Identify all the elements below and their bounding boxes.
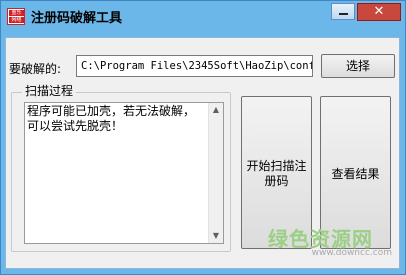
scan-log-text: 程序可能已加壳，若无法破解，可以尝试先脱壳！ <box>27 104 196 133</box>
app-logo-line1: 重乐 <box>9 10 24 16</box>
close-icon: ✕ <box>373 4 385 19</box>
watermark-title: 绿色资源网 <box>268 227 373 251</box>
log-scrollbar[interactable]: ▲ ▼ <box>208 103 223 243</box>
scroll-up-icon[interactable]: ▲ <box>209 103 223 117</box>
minimize-icon <box>339 13 348 15</box>
choose-button[interactable]: 选择 <box>321 54 395 78</box>
close-button[interactable]: ✕ <box>357 3 401 21</box>
app-logo-line2: 网络 <box>9 17 24 23</box>
site-watermark: 绿色资源网 www.downcc.com <box>268 228 392 258</box>
scan-process-title: 扫描过程 <box>22 82 77 99</box>
window-title: 注册码破解工具 <box>31 11 123 26</box>
minimize-button[interactable] <box>331 3 355 20</box>
view-results-label: 查看结果 <box>331 167 380 181</box>
scroll-down-icon[interactable]: ▼ <box>209 229 223 243</box>
app-logo-icon: 重乐 网络 <box>7 8 25 25</box>
title-bar[interactable]: 重乐 网络 注册码破解工具 ✕ <box>1 1 405 31</box>
scan-log-textarea[interactable]: 程序可能已加壳，若无法破解，可以尝试先脱壳！ ▲ ▼ <box>24 102 224 244</box>
path-input[interactable]: C:\Program Files\2345Soft\HaoZip\confi <box>76 55 313 77</box>
path-label: 要破解的: <box>9 62 62 76</box>
start-scan-label: 开始扫描注册码 <box>246 159 307 188</box>
